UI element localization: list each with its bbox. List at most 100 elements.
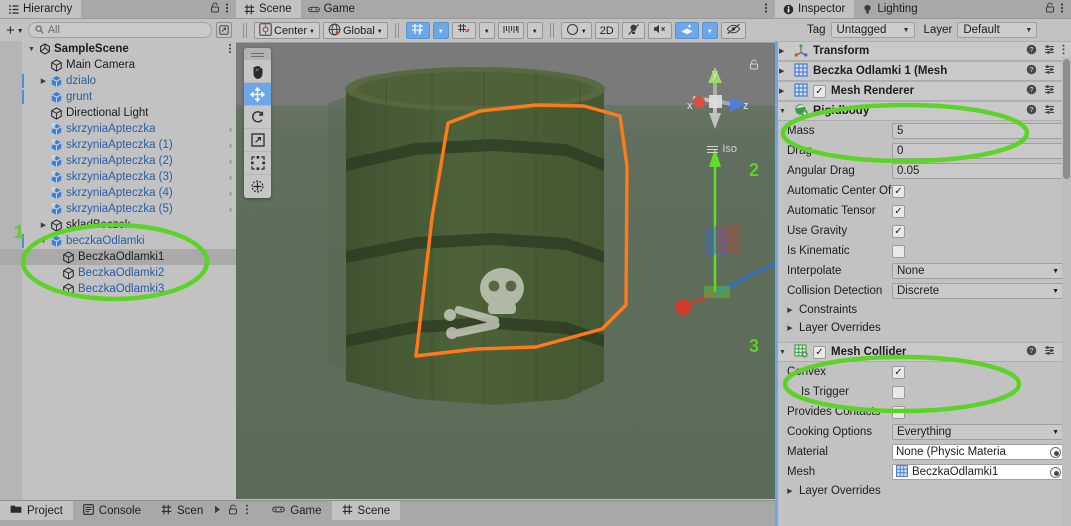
help-circle-icon[interactable]: ?: [1026, 345, 1037, 359]
transform-tool[interactable]: [244, 174, 271, 197]
kebab-menu-icon[interactable]: [1062, 44, 1065, 58]
hierarchy-item-skrzyniaapteczka-5[interactable]: ▶skrzyniaApteczka (5)›: [0, 201, 236, 217]
tab-scene-bottom[interactable]: Scene: [331, 501, 401, 520]
property-row-is-trigger[interactable]: Is Trigger: [775, 382, 1071, 402]
ruler-dropdown-button[interactable]: ▼: [526, 22, 543, 39]
scene-viewport[interactable]: x y z Iso: [236, 43, 775, 499]
chevron-right-icon[interactable]: ▶: [779, 87, 789, 95]
tab-game-bottom[interactable]: Game: [262, 501, 332, 520]
chevron-right-icon[interactable]: ▶: [779, 47, 789, 55]
hierarchy-item-skrzyniaapteczka-4[interactable]: ▶skrzyniaApteczka (4)›: [0, 185, 236, 201]
chevron-right-icon[interactable]: ▶: [38, 221, 49, 229]
property-row-auto-center[interactable]: Automatic Center Of ✓: [775, 181, 1071, 201]
play-icon[interactable]: [214, 505, 221, 517]
twod-toggle-button[interactable]: 2D: [594, 22, 619, 39]
search-input[interactable]: All: [27, 22, 212, 38]
kebab-menu-icon[interactable]: [764, 2, 768, 17]
auto-tensor-checkbox[interactable]: ✓: [892, 204, 905, 218]
chevron-right-icon[interactable]: ›: [223, 204, 232, 214]
component-header-rigidbody[interactable]: ▼ Rigidbody ?: [775, 101, 1071, 121]
component-header-mesh-renderer[interactable]: ▶ ✓ Mesh Renderer ?: [775, 81, 1071, 101]
preset-sliders-icon[interactable]: [1044, 345, 1055, 359]
hierarchy-item-grunt[interactable]: ▶grunt: [0, 89, 236, 105]
property-row-interpolate[interactable]: Interpolate None ▼: [775, 261, 1071, 281]
chevron-right-icon[interactable]: ▶: [779, 67, 789, 75]
preset-sliders-icon[interactable]: [1044, 44, 1055, 58]
chevron-right-icon[interactable]: ›: [223, 188, 232, 198]
object-picker-icon[interactable]: [1050, 446, 1061, 458]
space-mode-button[interactable]: Global ▼: [322, 22, 388, 39]
tab-project[interactable]: Project: [0, 501, 73, 520]
grid-visibility-button[interactable]: Y: [405, 22, 430, 39]
use-gravity-checkbox[interactable]: ✓: [892, 224, 905, 238]
property-row-mass[interactable]: Mass 5: [775, 121, 1071, 141]
snap-dropdown-button[interactable]: ▼: [478, 22, 495, 39]
tab-lighting[interactable]: Lighting: [854, 0, 927, 18]
search-filter-button[interactable]: [216, 22, 232, 38]
mass-input[interactable]: 5: [892, 123, 1064, 139]
help-circle-icon[interactable]: ?: [1026, 64, 1037, 78]
tab-hierarchy[interactable]: Hierarchy: [0, 0, 82, 18]
hierarchy-item-beczkaodlamki2[interactable]: ▶BeczkaOdlamki2: [0, 265, 236, 281]
tab-scene-secondary[interactable]: Scen: [151, 501, 208, 520]
auto-center-checkbox[interactable]: ✓: [892, 184, 905, 198]
angular-drag-input[interactable]: 0.05: [892, 163, 1064, 179]
hierarchy-scene-root[interactable]: ▼ SampleScene: [0, 41, 236, 57]
hand-tool[interactable]: [244, 59, 271, 82]
foldout-rigidbody-layer-overrides[interactable]: ▶ Layer Overrides: [775, 319, 1071, 337]
scene-lighting-button[interactable]: [621, 22, 645, 39]
pivot-mode-button[interactable]: Center ▼: [254, 22, 320, 39]
chevron-down-icon[interactable]: ▼: [38, 238, 49, 245]
chevron-down-icon[interactable]: ▼: [26, 46, 37, 53]
property-row-use-gravity[interactable]: Use Gravity ✓: [775, 221, 1071, 241]
lock-icon[interactable]: [1045, 2, 1055, 16]
chevron-right-icon[interactable]: ▶: [785, 306, 795, 314]
scene-visibility-button[interactable]: [720, 22, 746, 39]
hierarchy-item-skrzyniaapteczka-2[interactable]: ▶skrzyniaApteczka (2)›: [0, 153, 236, 169]
property-row-convex[interactable]: Convex ✓: [775, 362, 1071, 382]
property-row-auto-tensor[interactable]: Automatic Tensor ✓: [775, 201, 1071, 221]
rotate-tool[interactable]: [244, 105, 271, 128]
scene-projection-toggle[interactable]: Iso: [707, 143, 737, 155]
scene-effects-button[interactable]: [674, 22, 699, 39]
shading-mode-button[interactable]: ▼: [560, 22, 592, 39]
tab-console[interactable]: Console: [72, 501, 151, 520]
hierarchy-item-dzialo[interactable]: ▶ dzialo: [0, 73, 236, 89]
preset-sliders-icon[interactable]: [1044, 104, 1055, 118]
hierarchy-item-skrzyniaapteczka-1[interactable]: ▶skrzyniaApteczka (1)›: [0, 137, 236, 153]
mesh-object-field[interactable]: BeczkaOdlamki1: [892, 464, 1064, 480]
chevron-right-icon[interactable]: ▶: [38, 77, 49, 85]
property-row-angular-drag[interactable]: Angular Drag 0.05: [775, 161, 1071, 181]
chevron-right-icon[interactable]: ›: [223, 172, 232, 182]
kebab-menu-icon[interactable]: [222, 43, 232, 56]
scale-tool[interactable]: [244, 128, 271, 151]
tool-palette-grip[interactable]: [244, 48, 271, 59]
property-row-material[interactable]: Material None (Physic Materia: [775, 442, 1071, 462]
scene-view-gizmo[interactable]: x y z: [679, 61, 749, 131]
help-circle-icon[interactable]: ?: [1026, 84, 1037, 98]
component-header-mesh-collider[interactable]: ▼ ✓ Mesh Collider ?: [775, 342, 1071, 362]
inspector-scrollbar-thumb[interactable]: [1063, 59, 1070, 179]
hierarchy-item-beczkaodlamki[interactable]: ▼ beczkaOdlamki: [0, 233, 236, 249]
property-row-collision-detection[interactable]: Collision Detection Discrete ▼: [775, 281, 1071, 301]
component-enabled-checkbox[interactable]: ✓: [813, 84, 826, 98]
hierarchy-item-skrzyniaapteczka[interactable]: ▶skrzyniaApteczka›: [0, 121, 236, 137]
hierarchy-item-main-camera[interactable]: ▶Main Camera: [0, 57, 236, 73]
property-row-cooking-options[interactable]: Cooking Options Everything ▼: [775, 422, 1071, 442]
lock-icon[interactable]: [210, 2, 220, 16]
property-row-provides-contacts[interactable]: Provides Contacts: [775, 402, 1071, 422]
hierarchy-item-beczkaodlamki3[interactable]: ▶BeczkaOdlamki3: [0, 281, 236, 297]
kebab-menu-icon[interactable]: [225, 2, 229, 17]
property-row-mesh[interactable]: Mesh BeczkaOdlamki1: [775, 462, 1071, 482]
preset-sliders-icon[interactable]: [1044, 84, 1055, 98]
hierarchy-item-skrzyniaapteczka-3[interactable]: ▶skrzyniaApteczka (3)›: [0, 169, 236, 185]
is-kinematic-checkbox[interactable]: [892, 244, 905, 258]
effects-dropdown-button[interactable]: ▼: [701, 22, 718, 39]
chevron-right-icon[interactable]: ▶: [785, 324, 795, 332]
chevron-right-icon[interactable]: ▶: [785, 487, 795, 495]
hierarchy-tree[interactable]: ▼ SampleScene ▶Main Camera▶dzialo▶grunt ▶…: [0, 41, 236, 519]
drag-input[interactable]: 0: [892, 143, 1064, 159]
gizmo-lock-icon[interactable]: [749, 59, 759, 73]
rect-tool[interactable]: [244, 151, 271, 174]
property-row-is-kinematic[interactable]: Is Kinematic: [775, 241, 1071, 261]
